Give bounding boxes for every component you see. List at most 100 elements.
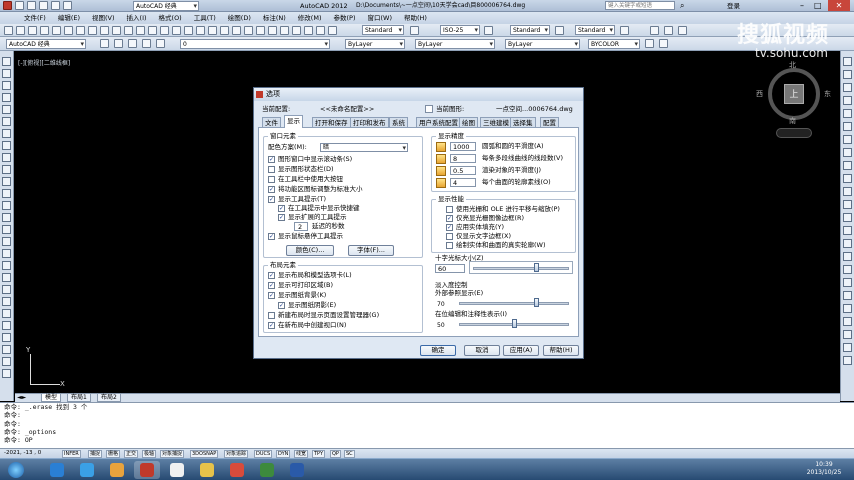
toolbar-tool-icon[interactable]: [645, 39, 654, 48]
checkbox[interactable]: ✓: [268, 282, 275, 289]
toolbar-tool-icon[interactable]: [184, 26, 193, 35]
modify-tool-icon[interactable]: [843, 265, 852, 274]
autocad-logo-icon[interactable]: [3, 1, 12, 10]
checkbox[interactable]: ✓: [278, 302, 285, 309]
tab-model[interactable]: 模型: [41, 394, 62, 402]
toolbar-tool-icon[interactable]: [16, 26, 25, 35]
draw-tool-icon[interactable]: [2, 165, 11, 174]
toolbar-tool-icon[interactable]: [328, 26, 337, 35]
toolbar-tool-icon[interactable]: [172, 26, 181, 35]
toolbar-tool-icon[interactable]: [659, 39, 668, 48]
toolbar-tool-icon[interactable]: [268, 26, 277, 35]
modify-tool-icon[interactable]: [843, 317, 852, 326]
maximize-icon[interactable]: □: [814, 0, 822, 11]
toolbar-tool-icon[interactable]: [76, 26, 85, 35]
tab-nav-icon[interactable]: ◄►: [17, 394, 26, 402]
help-button[interactable]: 帮助(H): [543, 345, 579, 356]
checkbox[interactable]: ✓: [268, 156, 275, 163]
toolbar-tool-icon[interactable]: [484, 26, 493, 35]
toolbar-tool-icon[interactable]: [232, 26, 241, 35]
checkbox[interactable]: ✓: [268, 196, 275, 203]
menu-item[interactable]: 编辑(E): [52, 12, 86, 24]
inplace-fade-slider-thumb[interactable]: [512, 319, 517, 328]
modify-tool-icon[interactable]: [843, 252, 852, 261]
resolution-input[interactable]: 0.5: [450, 166, 476, 175]
taskbar-app[interactable]: [224, 461, 250, 479]
modify-tool-icon[interactable]: [843, 148, 852, 157]
taskbar-app[interactable]: [164, 461, 190, 479]
draw-tool-icon[interactable]: [2, 93, 11, 102]
toolbar-tool-icon[interactable]: [136, 26, 145, 35]
menu-item[interactable]: 视图(V): [86, 12, 121, 24]
status-toggle-button[interactable]: SC: [344, 450, 355, 458]
status-toggle-button[interactable]: 捕捉: [88, 450, 103, 458]
checkbox[interactable]: [446, 242, 453, 249]
draw-tool-icon[interactable]: [2, 333, 11, 342]
crosshair-size-input[interactable]: 60: [435, 264, 465, 273]
checkbox[interactable]: ✓: [278, 205, 285, 212]
tab-1[interactable]: 显示: [284, 115, 303, 128]
coordinates-readout[interactable]: -2021, -13 , 0: [4, 449, 41, 458]
draw-tool-icon[interactable]: [2, 237, 11, 246]
menu-item[interactable]: 绘图(D): [222, 12, 257, 24]
toolbar-tool-icon[interactable]: [88, 26, 97, 35]
draw-tool-icon[interactable]: [2, 153, 11, 162]
toolbar-tool-icon[interactable]: [142, 39, 151, 48]
modify-tool-icon[interactable]: [843, 356, 852, 365]
viewcube-top-face[interactable]: 上: [784, 84, 804, 104]
dialog-title-bar[interactable]: 选项: [254, 88, 583, 101]
modify-tool-icon[interactable]: [843, 213, 852, 222]
toolbar-tool-icon[interactable]: [28, 26, 37, 35]
new-icon[interactable]: [15, 1, 24, 10]
dim-style-combo[interactable]: ISO-25: [440, 25, 480, 35]
login-link[interactable]: 登录: [727, 0, 740, 12]
toolbar-tool-icon[interactable]: [100, 26, 109, 35]
draw-tool-icon[interactable]: [2, 321, 11, 330]
status-toggle-button[interactable]: TPY: [312, 450, 326, 458]
compass-east[interactable]: 东: [824, 89, 831, 99]
draw-tool-icon[interactable]: [2, 345, 11, 354]
menu-item[interactable]: 插入(I): [121, 12, 153, 24]
crosshair-slider-thumb[interactable]: [534, 263, 540, 272]
toolbar-tool-icon[interactable]: [114, 39, 123, 48]
lineweight-combo[interactable]: ByLayer: [505, 39, 580, 49]
command-window[interactable]: 命令: _.erase 找到 3 个 命令: 命令: 命令: _options …: [0, 402, 854, 448]
toolbar-tool-icon[interactable]: [148, 26, 157, 35]
compass-west[interactable]: 西: [756, 89, 763, 99]
fonts-button[interactable]: 字体(F)...: [348, 245, 394, 256]
modify-tool-icon[interactable]: [843, 226, 852, 235]
menu-item[interactable]: 标注(N): [257, 12, 292, 24]
toolbar-tool-icon[interactable]: [292, 26, 301, 35]
apply-button[interactable]: 应用(A): [503, 345, 539, 356]
status-toggle-button[interactable]: 3DOSNAP: [190, 450, 219, 458]
status-toggle-button[interactable]: 极轴: [142, 450, 157, 458]
colors-button[interactable]: 颜色(C)...: [286, 245, 334, 256]
menu-item[interactable]: 文件(F): [18, 12, 52, 24]
draw-tool-icon[interactable]: [2, 261, 11, 270]
toolbar-tool-icon[interactable]: [244, 26, 253, 35]
toolbar-tool-icon[interactable]: [620, 26, 629, 35]
toolbar-tool-icon[interactable]: [256, 26, 265, 35]
draw-tool-icon[interactable]: [2, 177, 11, 186]
checkbox[interactable]: ✓: [446, 224, 453, 231]
cancel-button[interactable]: 取消: [464, 345, 500, 356]
text-style-combo[interactable]: Standard: [362, 25, 404, 35]
draw-tool-icon[interactable]: [2, 57, 11, 66]
color-combo[interactable]: ByLayer: [345, 39, 405, 49]
status-toggle-button[interactable]: 正交: [124, 450, 139, 458]
menu-item[interactable]: 参数(P): [327, 12, 361, 24]
draw-tool-icon[interactable]: [2, 117, 11, 126]
taskbar-app[interactable]: [44, 461, 70, 479]
linetype-combo[interactable]: ByLayer: [415, 39, 495, 49]
open-icon[interactable]: [27, 1, 36, 10]
modify-tool-icon[interactable]: [843, 239, 852, 248]
clock[interactable]: 10:39 2013/10/25: [800, 461, 848, 477]
checkbox[interactable]: ✓: [268, 322, 275, 329]
draw-tool-icon[interactable]: [2, 273, 11, 282]
modify-tool-icon[interactable]: [843, 291, 852, 300]
checkbox[interactable]: ✓: [268, 186, 275, 193]
toolbar-tool-icon[interactable]: [280, 26, 289, 35]
tab-layout2[interactable]: 布局2: [97, 394, 121, 402]
crosshair-slider-track[interactable]: [473, 267, 569, 270]
toolbar-tool-icon[interactable]: [650, 26, 659, 35]
